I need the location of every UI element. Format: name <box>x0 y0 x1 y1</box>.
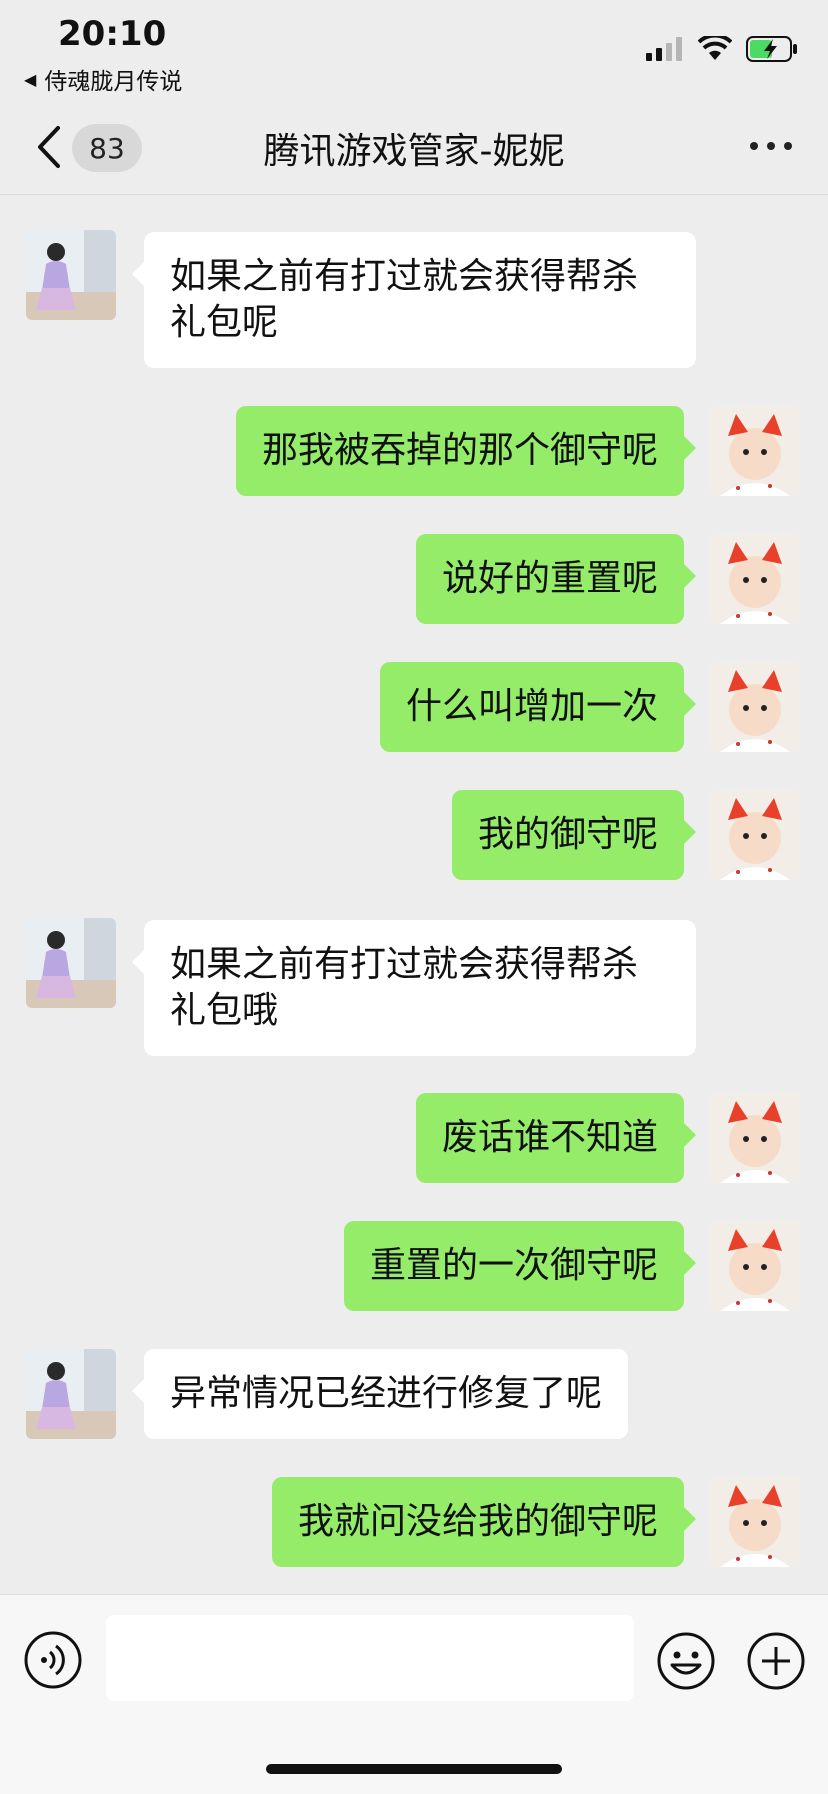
plus-icon[interactable] <box>746 1631 806 1691</box>
back-triangle-icon: ◀ <box>24 69 37 89</box>
message-bubble[interactable]: 说好的重置呢 <box>415 534 697 624</box>
contact-avatar[interactable] <box>26 918 116 1008</box>
message-bubble[interactable]: 废话谁不知道 <box>415 1093 697 1183</box>
my-avatar[interactable] <box>710 1477 800 1567</box>
voice-input-icon[interactable] <box>24 1631 82 1689</box>
wifi-icon <box>698 36 732 60</box>
my-avatar[interactable] <box>710 1093 800 1183</box>
status-time: 20:10 <box>58 14 167 54</box>
message-bubble[interactable]: 那我被吞掉的那个御守呢 <box>235 406 697 496</box>
message-bubble[interactable]: 什么叫增加一次 <box>379 662 697 752</box>
my-avatar[interactable] <box>710 406 800 496</box>
emoji-icon[interactable] <box>656 1631 716 1691</box>
my-avatar[interactable] <box>710 1221 800 1311</box>
my-avatar[interactable] <box>710 534 800 624</box>
message-bubble[interactable]: 如果之前有打过就会获得帮杀礼包哦 <box>132 920 696 1056</box>
message-bubble[interactable]: 如果之前有打过就会获得帮杀礼包呢 <box>132 232 696 368</box>
message-bubble[interactable]: 异常情况已经进行修复了呢 <box>131 1349 629 1439</box>
contact-avatar[interactable] <box>26 1349 116 1439</box>
back-app-label: 侍魂胧月传说 <box>44 69 183 95</box>
contact-avatar[interactable] <box>26 230 116 320</box>
back-to-app-link[interactable]: ◀ 侍魂胧月传说 <box>24 62 182 96</box>
chat-title: 腾讯游戏管家-妮妮 <box>263 131 565 172</box>
message-text-input[interactable] <box>106 1615 634 1701</box>
cellular-signal-icon <box>646 37 682 61</box>
chat-nav-bar: 83 腾讯游戏管家-妮妮 <box>0 100 828 195</box>
status-bar: 20:10 ◀ 侍魂胧月传说 <box>0 0 828 100</box>
message-bubble[interactable]: 重置的一次御守呢 <box>343 1221 697 1311</box>
status-icons <box>646 36 798 62</box>
my-avatar[interactable] <box>710 790 800 880</box>
more-options-icon[interactable] <box>750 142 792 150</box>
home-indicator[interactable] <box>266 1764 562 1774</box>
battery-charging-icon <box>746 36 797 62</box>
message-bubble[interactable]: 我就问没给我的御守呢 <box>271 1477 697 1567</box>
message-bubble[interactable]: 我的御守呢 <box>451 790 697 880</box>
my-avatar[interactable] <box>710 662 800 752</box>
